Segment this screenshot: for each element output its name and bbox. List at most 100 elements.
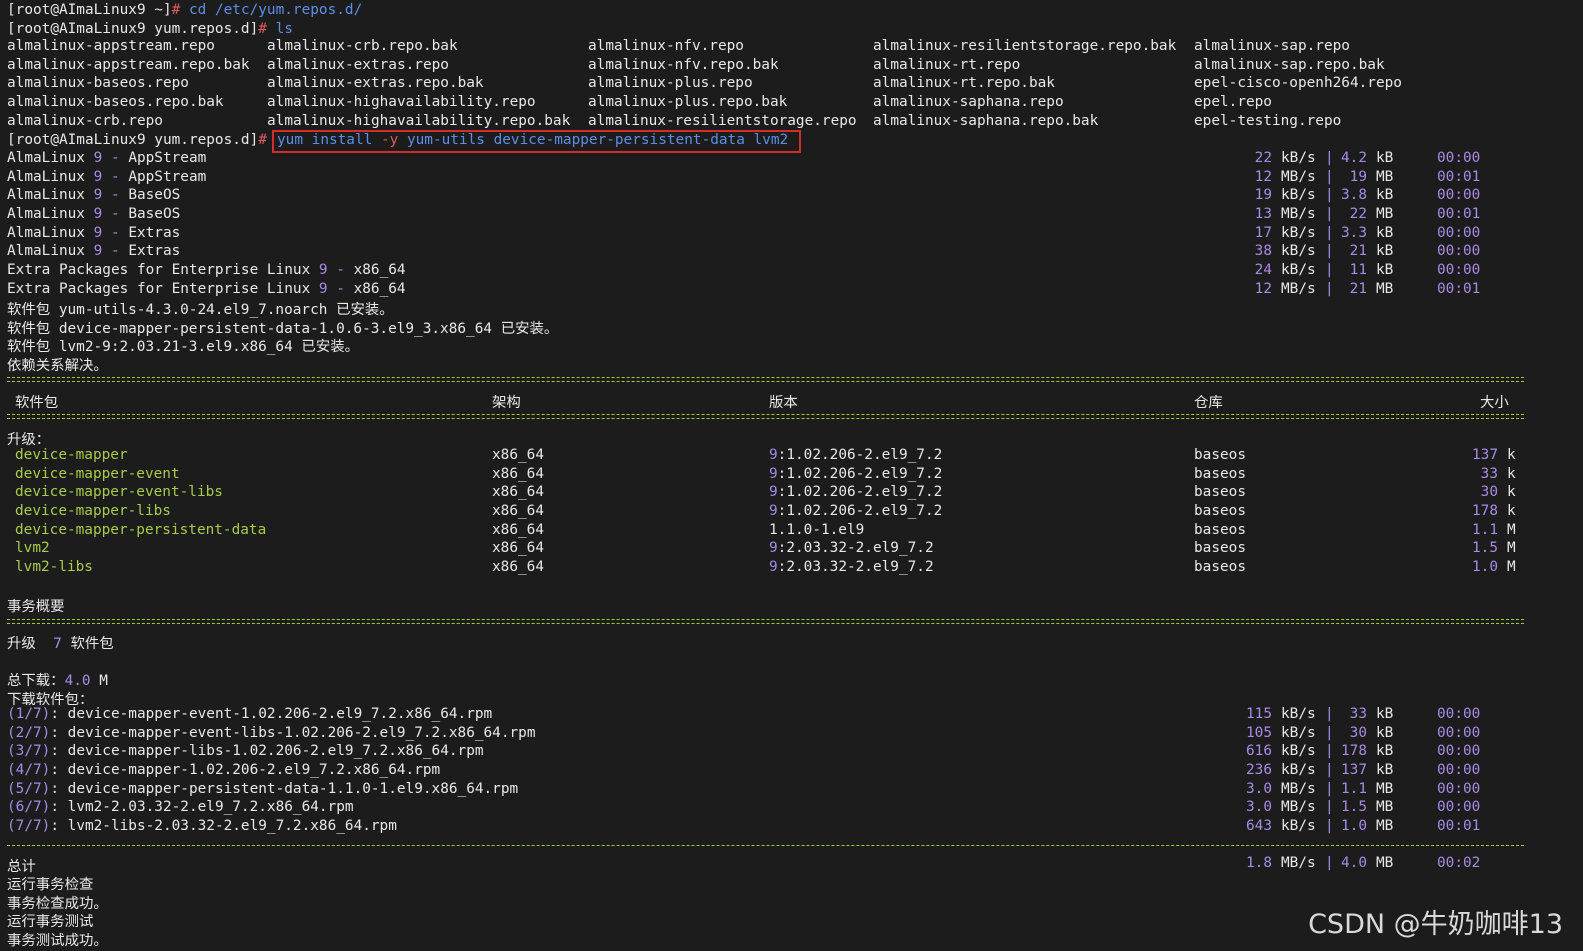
download-index: (2/7) <box>7 724 51 741</box>
size-unit: kB <box>1376 743 1394 760</box>
size-value: 33 <box>1349 706 1367 722</box>
time-value: 00:00 <box>1437 799 1481 816</box>
size-unit: kB <box>1376 706 1394 722</box>
package-size: 30 <box>1480 484 1498 501</box>
command-part: yum install <box>277 132 381 148</box>
size-value: 30 <box>1349 724 1367 741</box>
download-file: : lvm2-libs-2.03.32-2.el9_7.2.x86_64.rpm <box>50 817 397 834</box>
package-version: 9:1.02.206-2.el9_7.2 <box>769 447 942 463</box>
ls-file-entry: almalinux-plus.repo <box>588 75 753 92</box>
command-text: ls <box>266 21 293 37</box>
package-version-text: :1.02.206-2.el9_7.2 <box>777 465 943 482</box>
rate-value: 115 <box>1246 706 1272 722</box>
rate-value: 24 <box>1254 261 1272 278</box>
prompt-hash: # <box>171 2 181 18</box>
repo-dash: - <box>102 150 129 166</box>
rate-unit: MB/s <box>1281 205 1316 222</box>
ls-file-entry: almalinux-saphana.repo.bak <box>873 112 1099 129</box>
time-value: 00:00 <box>1437 150 1481 166</box>
separator-double <box>7 619 1524 624</box>
package-size-unit: M <box>1507 540 1516 557</box>
package-repo: baseos <box>1194 484 1246 501</box>
rate-value: 105 <box>1246 724 1272 741</box>
package-name: lvm2-libs <box>15 558 93 575</box>
download-file: : lvm2-2.03.32-2.el9_7.2.x86_64.rpm <box>50 799 354 816</box>
total-download-label: 总下载： <box>7 673 65 689</box>
time-value: 00:01 <box>1437 168 1481 185</box>
rate-unit: kB/s <box>1281 150 1316 166</box>
rate-unit: MB/s <box>1281 799 1316 816</box>
size-unit: MB <box>1376 168 1394 185</box>
size-unit: kB <box>1376 150 1394 166</box>
ls-file-entry: almalinux-extras.repo.bak <box>267 75 484 92</box>
ls-file-entry: almalinux-rt.repo.bak <box>873 75 1055 92</box>
summary-text: 升级 <box>7 636 54 652</box>
time-value: 00:00 <box>1437 743 1481 760</box>
prompt-hash: # <box>258 21 267 37</box>
rate-value: 17 <box>1254 224 1272 241</box>
header-version: 版本 <box>769 395 798 411</box>
size-value: 178 <box>1341 743 1367 760</box>
size-unit: MB <box>1376 280 1394 297</box>
package-repo: baseos <box>1194 502 1246 519</box>
package-epoch: 9 <box>769 484 778 501</box>
package-name: device-mapper-event-libs <box>15 484 223 501</box>
transaction-log-line: 事务测试成功。 <box>7 932 108 949</box>
watermark-text: CSDN @牛奶咖啡13 <box>1308 909 1563 940</box>
time-value: 00:00 <box>1437 761 1481 778</box>
package-arch: x86_64 <box>492 558 544 575</box>
summary-line: 升级 7 软件包 <box>7 632 114 653</box>
rate-value: 3.0 <box>1246 799 1272 816</box>
download-line: (5/7): device-mapper-persistent-data-1.1… <box>7 781 518 797</box>
header-arch: 架构 <box>492 395 521 411</box>
package-version: 9:1.02.206-2.el9_7.2 <box>769 484 942 500</box>
package-version: 9:2.03.32-2.el9_7.2 <box>769 540 934 556</box>
total-download-unit: M <box>90 673 108 689</box>
download-index: (5/7) <box>7 780 51 797</box>
header-repo: 仓库 <box>1194 395 1223 411</box>
ls-file-entry: epel.repo <box>1194 93 1272 110</box>
ls-file-entry: almalinux-sap.repo <box>1194 38 1350 54</box>
time-value: 00:01 <box>1437 280 1481 297</box>
package-size: 137 <box>1472 447 1498 463</box>
command-part: yum-utils device-mapper-persistent-data … <box>398 132 789 148</box>
size-value: 3.3 <box>1341 224 1367 241</box>
terminal-window[interactable]: [root@AImaLinux9 ~]# cd /etc/yum.repos.d… <box>0 0 1583 951</box>
repo-dash: - <box>102 187 129 204</box>
ls-file-entry: almalinux-resilientstorage.repo <box>588 112 857 129</box>
rate-value: 38 <box>1254 243 1272 260</box>
size-unit: kB <box>1376 261 1394 278</box>
separator-double <box>7 377 1524 382</box>
package-size-unit: k <box>1507 465 1516 482</box>
repo-version: 9 <box>93 243 103 260</box>
package-arch: x86_64 <box>492 465 544 482</box>
download-file: : device-mapper-1.02.206-2.el9_7.2.x86_6… <box>50 761 441 778</box>
package-repo: baseos <box>1194 521 1246 538</box>
package-size: 1.0 <box>1472 558 1498 575</box>
rate-unit: kB/s <box>1281 261 1316 278</box>
size-unit: kB <box>1376 761 1394 778</box>
repo-name-prefix: AlmaLinux <box>7 150 94 166</box>
time-value: 00:01 <box>1437 817 1481 834</box>
repo-name-prefix: AlmaLinux <box>7 187 94 204</box>
repo-name-prefix: AlmaLinux <box>7 224 94 241</box>
size-value: 21 <box>1349 243 1367 260</box>
repo-dash: - <box>102 205 129 222</box>
repo-name: Extras <box>128 243 181 260</box>
rate-value: 19 <box>1254 187 1272 204</box>
package-size: 1.5 <box>1472 540 1498 557</box>
summary-text: 软件包 <box>61 636 114 652</box>
total-download-value: 4.0 <box>64 673 91 689</box>
header-size: 大小 <box>1480 395 1509 411</box>
download-file: : device-mapper-event-libs-1.02.206-2.el… <box>50 724 536 741</box>
rate-value: 616 <box>1246 743 1272 760</box>
package-arch: x86_64 <box>492 447 544 463</box>
ls-file-entry: almalinux-baseos.repo.bak <box>7 93 224 110</box>
repo-name: BaseOS <box>128 187 181 204</box>
time-value: 00:00 <box>1437 224 1481 241</box>
ls-file-entry: almalinux-appstream.repo <box>7 38 215 54</box>
download-index: (7/7) <box>7 817 51 834</box>
package-repo: baseos <box>1194 465 1246 482</box>
prompt-hash: # <box>258 132 267 148</box>
download-line: (1/7): device-mapper-event-1.02.206-2.el… <box>7 706 492 722</box>
